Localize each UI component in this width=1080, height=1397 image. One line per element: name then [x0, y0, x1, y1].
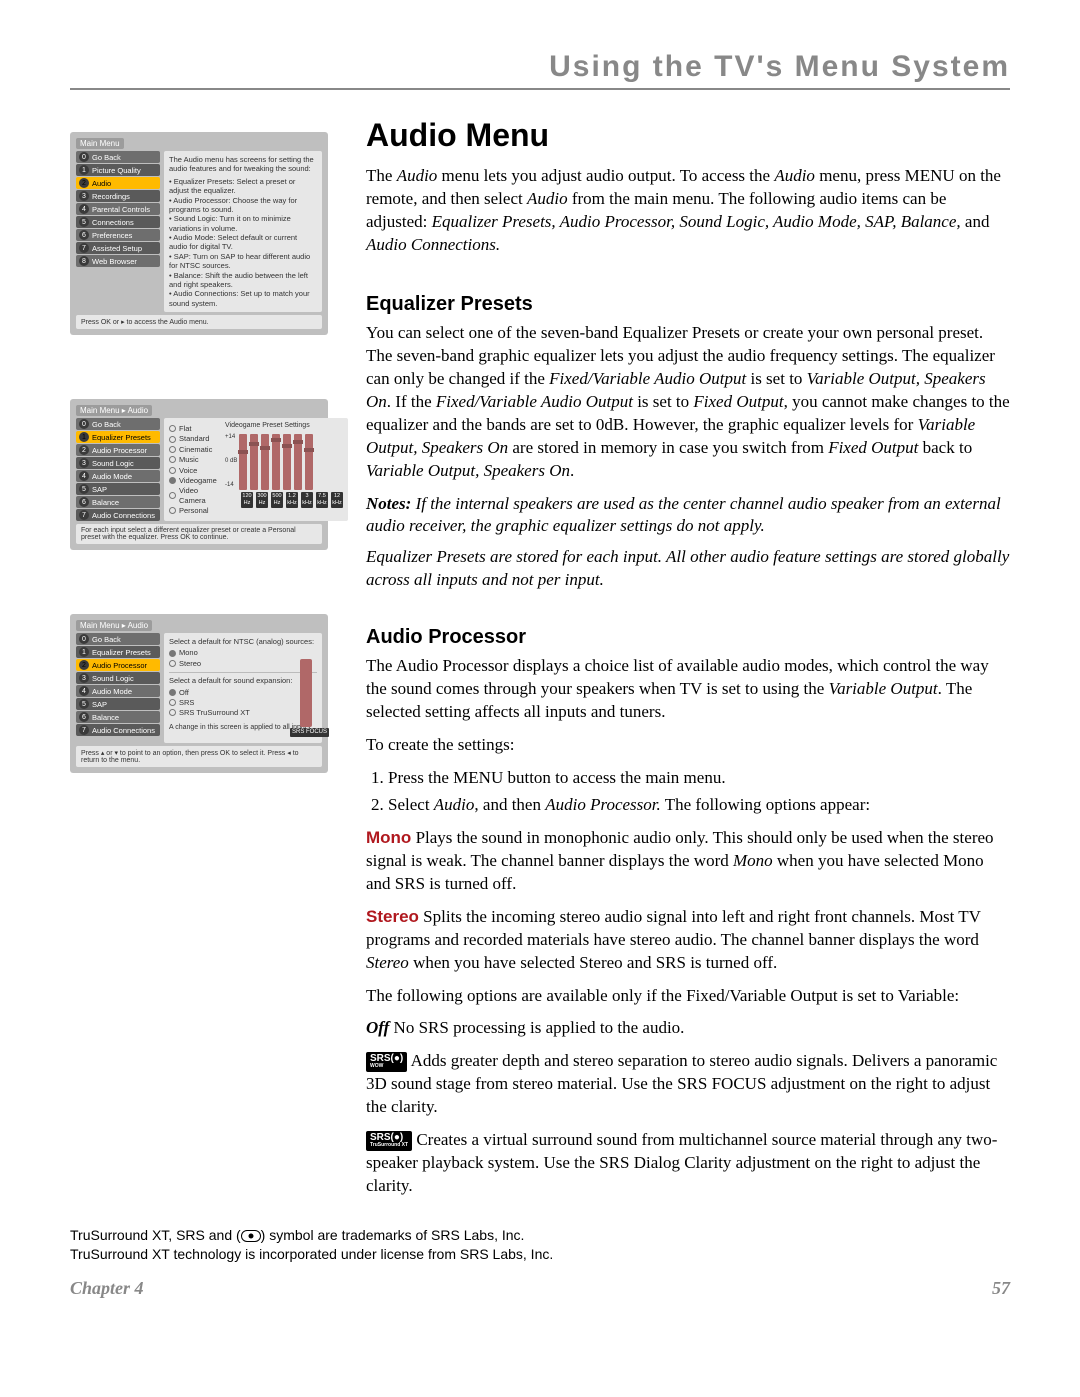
chapter-label: Chapter 4 — [70, 1278, 144, 1299]
figure2-bar-labels: 120 Hz300 Hz500 Hz1.2 kHz3 kHz7.5 kHz12 … — [241, 492, 343, 508]
figure-menu-item: 2Audio — [76, 177, 160, 189]
figure-menu-item: 8Web Browser — [76, 255, 160, 267]
variable-output-note: The following options are available only… — [366, 985, 1010, 1008]
option-off: Off No SRS processing is applied to the … — [366, 1017, 1010, 1040]
page-number: 57 — [992, 1278, 1010, 1299]
figure3-foot: Press ▴ or ▾ to point to an option, then… — [76, 746, 322, 767]
figure-equalizer-presets: Main Menu ▸ Audio 0Go Back1Equalizer Pre… — [70, 399, 328, 550]
figure-menu-item: 5SAP — [76, 483, 160, 495]
header-rule — [70, 88, 1010, 90]
figure-menu-item: 0Go Back — [76, 633, 160, 645]
figure-menu-item: 2Audio Processor — [76, 444, 160, 456]
step-2: Select Audio, and then Audio Processor. … — [388, 794, 1010, 817]
figure-menu-item: 4Audio Mode — [76, 685, 160, 697]
figures-column: Main Menu 0Go Back1Picture Quality2Audio… — [70, 114, 340, 1208]
audio-processor-paragraph: The Audio Processor displays a choice li… — [366, 655, 1010, 724]
figure-menu-item: 4Parental Controls — [76, 203, 160, 215]
figure-menu-item: 3Sound Logic — [76, 457, 160, 469]
option-mono: Mono Plays the sound in monophonic audio… — [366, 827, 1010, 896]
figure-main-menu-audio: Main Menu 0Go Back1Picture Quality2Audio… — [70, 132, 328, 335]
figure2-breadcrumb: Main Menu ▸ Audio — [76, 405, 152, 416]
audio-menu-heading: Audio Menu — [366, 114, 1010, 157]
header-title: Using the TV's Menu System — [70, 50, 1010, 84]
figure1-body-intro: The Audio menu has screens for setting t… — [169, 155, 317, 174]
figure3-sec2-opts: OffSRSSRS TruSurround XT — [169, 688, 317, 718]
audio-processor-heading: Audio Processor — [366, 624, 1010, 651]
srs-focus-slider-icon — [300, 659, 312, 727]
figure-menu-item: 5Connections — [76, 216, 160, 228]
steps-list: Press the MENU button to access the main… — [388, 767, 1010, 817]
equalizer-presets-paragraph: You can select one of the seven-band Equ… — [366, 322, 1010, 483]
trusurround-logo-icon: SRS(●)TruSurround XT — [366, 1131, 412, 1151]
figure3-sec1-title: Select a default for NTSC (analog) sourc… — [169, 637, 317, 646]
figure2-slider-title: Videogame Preset Settings — [225, 422, 343, 431]
figure3-sec2-title: Select a default for sound expansion: — [169, 676, 317, 685]
figure2-body: FlatStandardCinematicMusicVoiceVideogame… — [164, 418, 348, 521]
figure3-sec1-opts: MonoStereo — [169, 648, 317, 668]
figure1-body: The Audio menu has screens for setting t… — [164, 151, 322, 312]
figure2-menu: 0Go Back1Equalizer Presets2Audio Process… — [76, 418, 160, 521]
figure-menu-item: 0Go Back — [76, 151, 160, 163]
srs-symbol-icon — [241, 1230, 261, 1242]
equalizer-presets-heading: Equalizer Presets — [366, 291, 1010, 318]
figure2-preset-list: FlatStandardCinematicMusicVoiceVideogame… — [169, 424, 221, 515]
option-trusurround: SRS(●)TruSurround XT Creates a virtual s… — [366, 1129, 1010, 1198]
figure-menu-item: 1Equalizer Presets — [76, 431, 160, 443]
figure1-foot: Press OK or ▸ to access the Audio menu. — [76, 315, 322, 329]
figure-menu-item: 7Audio Connections — [76, 509, 160, 521]
figure2-bars — [239, 434, 313, 490]
to-create-settings: To create the settings: — [366, 734, 1010, 757]
figure-audio-processor: Main Menu ▸ Audio 0Go Back1Equalizer Pre… — [70, 614, 328, 773]
intro-paragraph: The Audio menu lets you adjust audio out… — [366, 165, 1010, 257]
figure-menu-item: 2Audio Processor — [76, 659, 160, 671]
page-footer: Chapter 4 57 — [70, 1278, 1010, 1299]
equalizer-notes: Notes: If the internal speakers are used… — [366, 493, 1010, 593]
figure-menu-item: 0Go Back — [76, 418, 160, 430]
figure1-menu: 0Go Back1Picture Quality2Audio3Recording… — [76, 151, 160, 312]
figure-menu-item: 4Audio Mode — [76, 470, 160, 482]
trademark-note: TruSurround XT, SRS and () symbol are tr… — [70, 1226, 1010, 1264]
figure3-breadcrumb: Main Menu ▸ Audio — [76, 620, 152, 631]
figure-menu-item: 7Assisted Setup — [76, 242, 160, 254]
figure-menu-item: 6Preferences — [76, 229, 160, 241]
figure2-sliders: Videogame Preset Settings +140 dB-14 120… — [225, 422, 343, 515]
figure2-foot: For each input select a different equali… — [76, 524, 322, 544]
body-text-column: Audio Menu The Audio menu lets you adjus… — [366, 114, 1010, 1208]
figure-menu-item: 7Audio Connections — [76, 724, 160, 736]
figure-menu-item: 5SAP — [76, 698, 160, 710]
figure1-bullets: • Equalizer Presets: Select a preset or … — [169, 177, 317, 308]
figure-menu-item: 6Balance — [76, 496, 160, 508]
figure-menu-item: 3Recordings — [76, 190, 160, 202]
option-stereo: Stereo Splits the incoming stereo audio … — [366, 906, 1010, 975]
figure-menu-item: 6Balance — [76, 711, 160, 723]
figure3-menu: 0Go Back1Equalizer Presets2Audio Process… — [76, 633, 160, 743]
figure1-breadcrumb: Main Menu — [76, 138, 124, 149]
srs-logo-icon: SRS(●)WOW — [366, 1052, 407, 1072]
figure-menu-item: 1Picture Quality — [76, 164, 160, 176]
figure-menu-item: 1Equalizer Presets — [76, 646, 160, 658]
figure3-body: Select a default for NTSC (analog) sourc… — [164, 633, 322, 743]
step-1: Press the MENU button to access the main… — [388, 767, 1010, 790]
figure-menu-item: 3Sound Logic — [76, 672, 160, 684]
option-srs: SRS(●)WOW Adds greater depth and stereo … — [366, 1050, 1010, 1119]
